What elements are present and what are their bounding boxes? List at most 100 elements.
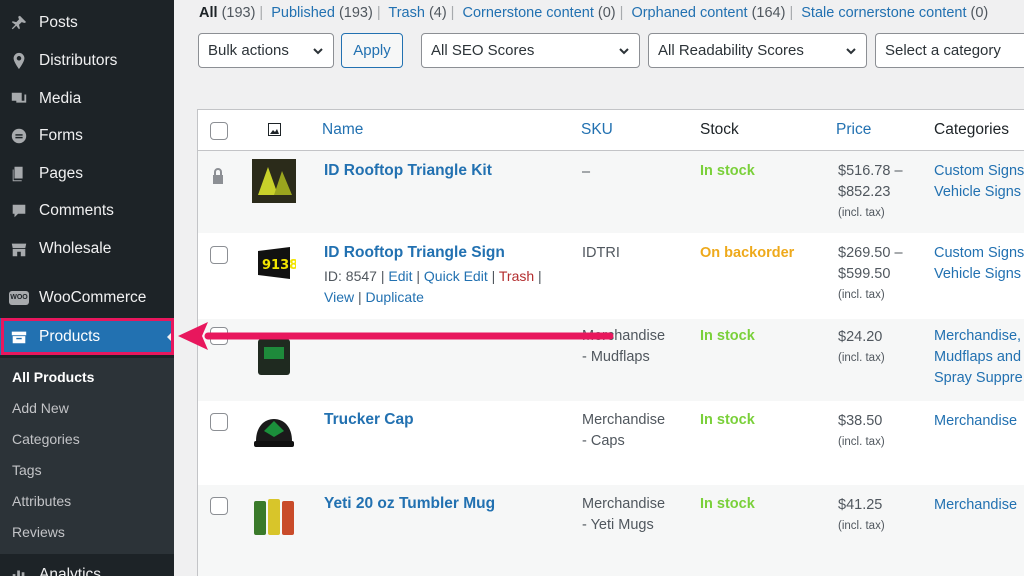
table-row: ID Rooftop Triangle Kit – In stock $516.…: [198, 151, 1024, 233]
sku-value: Merchandise - Caps: [582, 412, 666, 449]
table-row: Yeti 20 oz Tumbler Mug Merchandise - Yeti…: [198, 485, 1024, 576]
chevron-down-icon: [618, 44, 630, 56]
tax-note: (incl. tax): [838, 289, 885, 301]
tax-note: (incl. tax): [838, 520, 885, 532]
submenu-attributes[interactable]: Attributes: [12, 493, 71, 509]
menu-label: Analytics: [39, 565, 102, 576]
product-name-link[interactable]: Yeti 20 oz Tumbler Mug: [324, 495, 495, 513]
apply-button[interactable]: Apply: [341, 33, 403, 68]
location-icon: [9, 51, 29, 71]
count: (0): [597, 5, 616, 21]
view-cornerstone[interactable]: Cornerstone content: [462, 5, 593, 21]
edit-link[interactable]: Edit: [388, 268, 412, 284]
column-price[interactable]: Price: [836, 121, 871, 139]
menu-label: Wholesale: [39, 239, 112, 257]
view-trash[interactable]: Trash: [388, 5, 425, 21]
status-filter-links: All (193) | Published (193) | Trash (4) | C…: [199, 5, 989, 21]
pages-icon: [9, 164, 29, 184]
stock-status: On backorder: [700, 245, 795, 261]
menu-label: Comments: [39, 201, 114, 219]
table-header: Name SKU Stock Price Categories: [198, 110, 1024, 151]
count: (4): [428, 5, 447, 21]
price-value: $516.78 – $852.23: [838, 163, 903, 200]
view-published[interactable]: Published: [271, 5, 335, 21]
submenu-tags[interactable]: Tags: [12, 462, 42, 478]
product-thumbnail[interactable]: [252, 411, 296, 455]
svg-text:9138: 9138: [262, 258, 296, 273]
product-name-link[interactable]: ID Rooftop Triangle Sign: [324, 244, 505, 262]
image-column-icon: [268, 123, 281, 136]
menu-label: Posts: [39, 13, 78, 31]
submenu-add-new[interactable]: Add New: [12, 400, 69, 416]
store-icon: [9, 239, 29, 259]
count: (193): [338, 5, 373, 21]
product-thumbnail[interactable]: [252, 159, 296, 203]
view-link[interactable]: View: [324, 289, 354, 305]
duplicate-link[interactable]: Duplicate: [366, 289, 424, 305]
sku-value: –: [582, 164, 591, 180]
submenu-all-products[interactable]: All Products: [12, 369, 94, 385]
select-all-checkbox[interactable]: [210, 122, 228, 140]
menu-item-woocommerce[interactable]: WOO WooCommerce: [0, 279, 174, 316]
product-name-link[interactable]: Trucker Cap: [324, 411, 414, 429]
trash-link[interactable]: Trash: [499, 268, 534, 284]
pin-icon: [9, 13, 29, 33]
chevron-down-icon: [312, 44, 324, 56]
quick-edit-link[interactable]: Quick Edit: [424, 268, 488, 284]
view-stale-cornerstone[interactable]: Stale cornerstone content: [801, 5, 966, 21]
menu-item-media[interactable]: Media: [0, 80, 174, 117]
category-links[interactable]: Custom Signs Vehicle Signs: [934, 161, 1024, 203]
menu-label: Distributors: [39, 51, 118, 69]
product-name-link[interactable]: ID Rooftop Triangle Kit: [324, 162, 492, 180]
category-links[interactable]: Merchandise: [934, 495, 1017, 516]
row-checkbox[interactable]: [210, 497, 228, 515]
lock-icon: [210, 167, 226, 185]
tax-note: (incl. tax): [838, 352, 885, 364]
menu-item-comments[interactable]: Comments: [0, 192, 174, 229]
count: (0): [970, 5, 989, 21]
menu-item-wholesale[interactable]: Wholesale: [0, 230, 174, 267]
menu-label: Media: [39, 89, 82, 107]
menu-item-posts[interactable]: Posts: [0, 4, 174, 41]
row-checkbox[interactable]: [210, 246, 228, 264]
tax-note: (incl. tax): [838, 207, 885, 219]
product-thumbnail[interactable]: 9138: [252, 241, 298, 285]
menu-label: WooCommerce: [39, 288, 147, 306]
count: (164): [751, 5, 786, 21]
select-value: All Readability Scores: [658, 42, 804, 59]
view-orphaned[interactable]: Orphaned content: [631, 5, 747, 21]
column-name[interactable]: Name: [322, 121, 363, 139]
row-checkbox[interactable]: [210, 413, 228, 431]
category-filter[interactable]: Select a category: [875, 33, 1024, 68]
sku-value: IDTRI: [582, 245, 620, 261]
annotation-arrow: [178, 322, 614, 350]
price-value: $41.25: [838, 497, 883, 513]
price-value: $38.50: [838, 413, 883, 429]
menu-item-pages[interactable]: Pages: [0, 155, 174, 192]
column-categories: Categories: [934, 121, 1009, 138]
stock-status: In stock: [700, 163, 755, 179]
menu-item-forms[interactable]: Forms: [0, 117, 174, 154]
readability-filter[interactable]: All Readability Scores: [648, 33, 867, 68]
column-sku[interactable]: SKU: [581, 121, 613, 139]
stock-status: In stock: [700, 496, 755, 512]
analytics-icon: [9, 565, 29, 576]
menu-item-analytics[interactable]: Analytics: [0, 556, 174, 576]
product-id: ID: 8547: [324, 268, 377, 284]
annotation-highlight-box: [1, 318, 174, 355]
product-thumbnail[interactable]: [252, 495, 296, 539]
submenu-reviews[interactable]: Reviews: [12, 524, 65, 540]
submenu-categories[interactable]: Categories: [12, 431, 80, 447]
price-value: $269.50 – $599.50: [838, 245, 903, 282]
select-value: Select a category: [885, 42, 1001, 59]
menu-item-distributors[interactable]: Distributors: [0, 42, 174, 79]
seo-score-filter[interactable]: All SEO Scores: [421, 33, 640, 68]
bulk-actions-select[interactable]: Bulk actions: [198, 33, 334, 68]
view-all[interactable]: All: [199, 5, 218, 21]
woo-icon: WOO: [9, 288, 29, 308]
category-links[interactable]: Custom Signs Vehicle Signs: [934, 243, 1024, 285]
category-links[interactable]: Merchandise: [934, 411, 1017, 432]
tax-note: (incl. tax): [838, 436, 885, 448]
sku-value: Merchandise - Yeti Mugs: [582, 496, 666, 533]
category-links[interactable]: Merchandise, Mudflaps and Spray Suppre: [934, 326, 1023, 389]
